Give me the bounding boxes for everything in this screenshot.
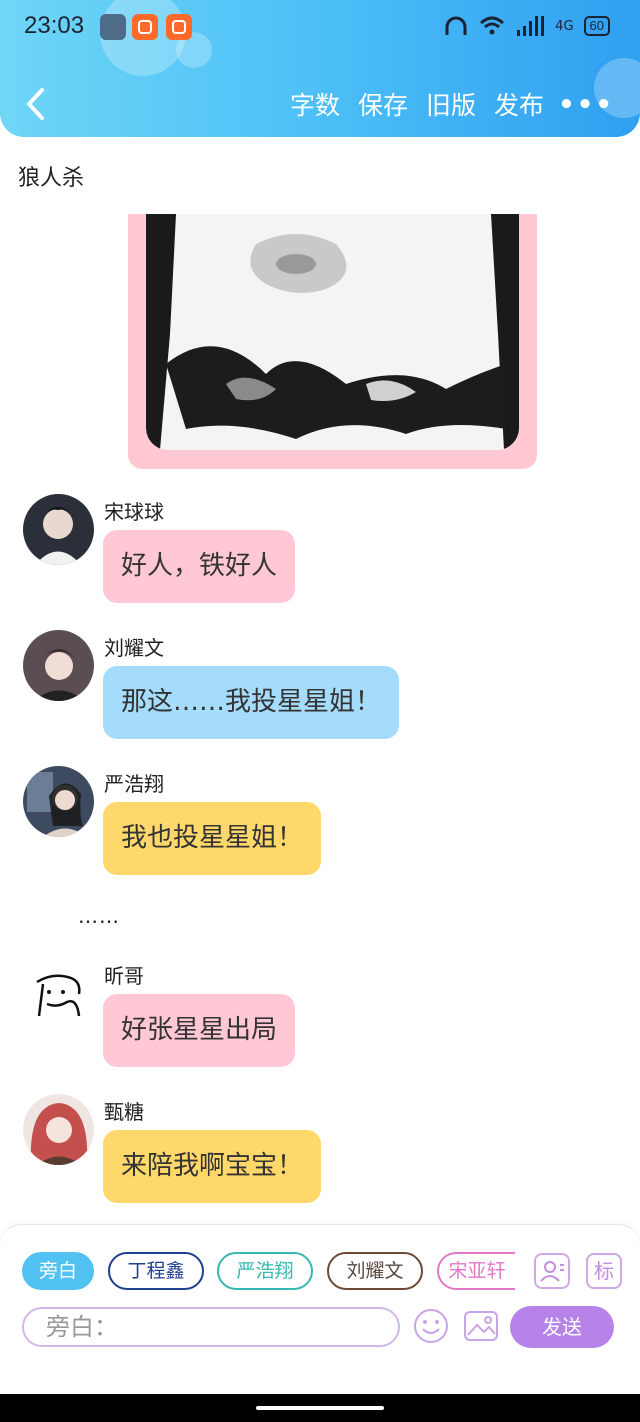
message-bubble[interactable]: 好人，铁好人 (103, 530, 296, 603)
avatar[interactable] (23, 766, 94, 837)
avatar[interactable] (23, 958, 94, 1029)
nav-actions: 字数 保存 旧版 发布 (290, 86, 544, 122)
mark-button[interactable]: 标 (586, 1253, 622, 1289)
app-notification-icon (166, 14, 192, 40)
avatar[interactable] (23, 1094, 94, 1165)
system-nav-bar (0, 1394, 640, 1422)
story-title: 狼人杀 (18, 166, 85, 191)
header: 23:03 4G 60 字数 保存 旧版 发布 ••• (0, 0, 640, 137)
message-input[interactable]: 旁白： (22, 1307, 400, 1347)
sender-name: 昕哥 (104, 964, 144, 988)
composer-panel: 旁白 丁程鑫 严浩翔 刘耀文 宋亚轩 标 旁白： 发送 (0, 1224, 640, 1395)
save-button[interactable]: 保存 (358, 86, 408, 122)
home-indicator[interactable] (256, 1406, 384, 1410)
send-button[interactable]: 发送 (510, 1306, 614, 1348)
word-count-button[interactable]: 字数 (290, 86, 340, 122)
wifi-icon (480, 16, 505, 35)
role-chip[interactable]: 刘耀文 (327, 1252, 423, 1290)
emoji-icon[interactable] (412, 1307, 450, 1345)
signal-icon (517, 16, 545, 36)
role-manage-icon[interactable] (534, 1253, 570, 1289)
old-version-button[interactable]: 旧版 (426, 86, 476, 122)
sender-name: 严浩翔 (104, 772, 164, 796)
image-message[interactable] (128, 214, 537, 469)
role-chip[interactable]: 丁程鑫 (108, 1252, 204, 1290)
back-arrow-icon[interactable] (22, 86, 52, 122)
role-chip[interactable]: 宋亚轩 (437, 1252, 515, 1290)
status-time: 23:03 (24, 12, 85, 39)
sender-name: 甄糖 (104, 1100, 144, 1124)
message-bubble[interactable]: 好张星星出局 (103, 994, 296, 1067)
battery-indicator: 60 (583, 16, 610, 36)
message-bubble[interactable]: 那这……我投星星姐！ (103, 666, 400, 739)
sender-name: 宋球球 (104, 500, 164, 524)
meme-image (146, 214, 519, 450)
narration-ellipsis: …… (78, 904, 120, 928)
avatar[interactable] (23, 494, 94, 565)
headset-icon (445, 16, 467, 35)
sender-name: 刘耀文 (104, 636, 164, 660)
avatar[interactable] (23, 630, 94, 701)
network-type: 4G (555, 18, 574, 34)
more-options-icon[interactable]: ••• (558, 90, 614, 120)
status-icons: 4G 60 (443, 14, 610, 38)
role-chip[interactable]: 严浩翔 (217, 1252, 313, 1290)
status-bar: 23:03 4G 60 (0, 0, 640, 56)
notes-icon (100, 14, 126, 40)
image-icon[interactable] (462, 1307, 500, 1345)
message-bubble[interactable]: 我也投星星姐！ (103, 802, 322, 875)
role-chip-narrator[interactable]: 旁白 (22, 1252, 94, 1290)
publish-button[interactable]: 发布 (494, 86, 544, 122)
app-notification-icon (132, 14, 158, 40)
message-bubble[interactable]: 来陪我啊宝宝！ (103, 1130, 322, 1203)
nav-bar: 字数 保存 旧版 发布 ••• (0, 76, 640, 132)
